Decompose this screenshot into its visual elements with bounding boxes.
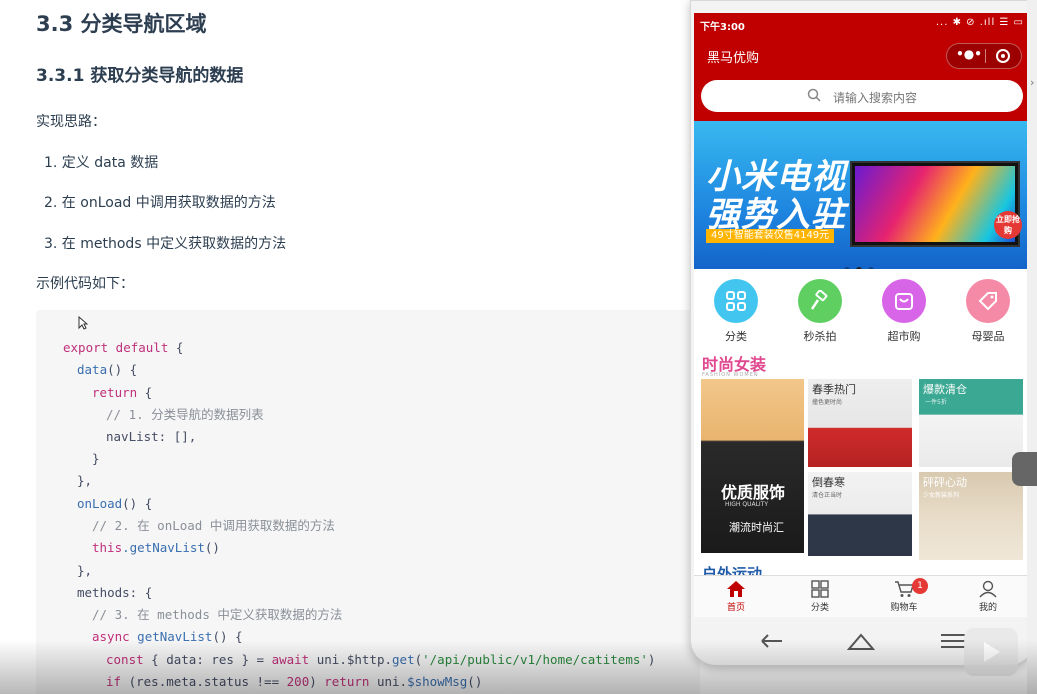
play-icon[interactable] xyxy=(964,628,1018,676)
floor-tile-3[interactable]: 倒春寒 清仓正当时 xyxy=(808,472,912,556)
code-line: data() { xyxy=(77,362,138,377)
search-placeholder: 请输入搜索内容 xyxy=(833,91,918,105)
banner-subtext: 49寸智能套装仅售4149元 xyxy=(706,229,835,243)
sample-label: 示例代码如下： xyxy=(36,276,134,292)
code-line: methods: { xyxy=(77,585,153,600)
search-input[interactable]: 请输入搜索内容 xyxy=(701,80,1023,112)
doc-panel: 3.3 分类导航区域 3.3.1 获取分类导航的数据 实现思路： 1. 定义 d… xyxy=(0,0,700,694)
tab-category[interactable]: 分类 xyxy=(790,580,850,616)
app-screen: 下午3:00 ... ✱ ⊘ .ıll ☰ ▭ 黑马优购 •●• 请输入搜索内容… xyxy=(694,13,1030,617)
idea-label: 实现思路： xyxy=(36,114,106,130)
tile-subcaption: 清仓正当时 xyxy=(812,492,843,499)
nav-item-label: 超市购 xyxy=(887,330,921,343)
code-comment: // 3. 在 methods 中定义获取数据的方法 xyxy=(92,607,343,622)
tag-icon xyxy=(966,279,1010,323)
code-line: if (res.meta.status !== 200) return uni.… xyxy=(106,674,483,689)
nav-bar: 黑马优购 •●• xyxy=(694,35,1030,75)
back-icon[interactable] xyxy=(758,629,788,653)
floor-big-image[interactable]: 优质服饰 HIGH QUALITY 潮流时尚汇 xyxy=(701,379,804,553)
tab-mine[interactable]: 我的 xyxy=(958,580,1018,616)
code-line: onLoad() { xyxy=(77,496,153,511)
status-bar: 下午3:00 ... ✱ ⊘ .ıll ☰ ▭ xyxy=(694,13,1030,35)
mini-program-capsule[interactable]: •●• xyxy=(946,43,1022,69)
step-2: 2. 在 onLoad 中调用获取数据的方法 xyxy=(44,195,276,211)
home-button-icon[interactable] xyxy=(846,629,876,653)
nav-item-label: 秒杀拍 xyxy=(803,330,837,343)
tile-subcaption: 撞色更时尚 xyxy=(812,399,843,406)
nav-item-category[interactable]: 分类 xyxy=(706,279,766,345)
tv-image xyxy=(850,161,1020,247)
tab-label: 我的 xyxy=(978,603,997,613)
code-line: navList: [], xyxy=(106,429,197,444)
floor-big-caption: 优质服饰 xyxy=(721,483,786,502)
code-line: async getNavList() { xyxy=(92,629,243,644)
tile-caption: 春季热门 xyxy=(812,383,856,396)
tile-subcaption: 一件5折 xyxy=(925,399,947,406)
code-line: }, xyxy=(77,563,93,578)
tile-subcaption: 少女新装系列 xyxy=(923,492,960,499)
floor-big-caption-en: HIGH QUALITY xyxy=(725,501,769,508)
grid-icon xyxy=(811,580,829,598)
search-icon xyxy=(807,88,821,102)
user-icon xyxy=(979,580,997,598)
phone-simulator: 下午3:00 ... ✱ ⊘ .ıll ☰ ▭ 黑马优购 •●• 请输入搜索内容… xyxy=(690,0,1035,666)
chevron-right-icon[interactable]: › xyxy=(1030,76,1034,89)
tab-label: 购物车 xyxy=(890,603,918,613)
code-line: export default { xyxy=(63,340,184,355)
tile-caption: 砰砰心动 xyxy=(923,476,967,489)
swiper-banner[interactable]: 小米电视 强势入驻 49寸智能套装仅售4149元 立即抢购 xyxy=(694,121,1030,269)
status-time: 下午3:00 xyxy=(700,22,745,33)
nav-item-flash-sale[interactable]: 秒杀拍 xyxy=(790,279,850,345)
floating-tool-button[interactable] xyxy=(1012,452,1037,486)
floor-big-subcaption: 潮流时尚汇 xyxy=(729,521,784,534)
shop-icon xyxy=(882,279,926,323)
floor-subtitle: FASHION WOMEN xyxy=(702,372,759,378)
subsection-heading: 3.3.1 获取分类导航的数据 xyxy=(36,66,244,86)
tab-label: 首页 xyxy=(726,603,745,613)
tab-home[interactable]: 首页 xyxy=(706,580,766,616)
code-line: return { xyxy=(92,385,153,400)
floor-title-2: 户外运动 xyxy=(702,565,763,575)
category-nav: 分类 秒杀拍 超市购 母婴品 xyxy=(694,275,1030,349)
tile-caption: 倒春寒 xyxy=(812,476,845,489)
floor-tile-1[interactable]: 春季热门 撞色更时尚 xyxy=(808,379,912,467)
code-line: this.getNavList() xyxy=(92,540,220,555)
code-comment: // 2. 在 onLoad 中调用获取数据的方法 xyxy=(92,518,335,533)
nav-item-supermarket[interactable]: 超市购 xyxy=(874,279,934,345)
code-line: } xyxy=(92,451,100,466)
tab-cart[interactable]: 1 购物车 xyxy=(874,578,934,616)
home-icon xyxy=(727,581,745,597)
code-block[interactable]: export default { data() { return { // 1.… xyxy=(36,310,700,694)
close-circle-icon[interactable] xyxy=(996,49,1010,63)
step-1: 1. 定义 data 数据 xyxy=(44,155,159,171)
banner-badge: 立即抢购 xyxy=(994,211,1022,239)
scrollbar-track[interactable] xyxy=(1027,0,1037,694)
more-icon[interactable]: •●• xyxy=(955,47,983,61)
cart-icon xyxy=(895,581,914,597)
nav-title: 黑马优购 xyxy=(707,51,760,66)
grid-icon xyxy=(714,279,758,323)
mouse-cursor-icon xyxy=(78,316,88,330)
step-3: 3. 在 methods 中定义获取数据的方法 xyxy=(44,236,287,252)
nav-item-baby[interactable]: 母婴品 xyxy=(958,279,1018,345)
nav-item-label: 分类 xyxy=(725,330,747,343)
capsule-divider xyxy=(985,49,986,63)
tile-caption: 爆款清仓 xyxy=(923,383,967,396)
code-line: }, xyxy=(77,473,93,488)
status-icons: ... ✱ ⊘ .ıll ☰ ▭ xyxy=(935,17,1024,28)
section-heading: 3.3 分类导航区域 xyxy=(36,12,207,36)
search-area: 请输入搜索内容 xyxy=(694,75,1030,121)
nav-item-label: 母婴品 xyxy=(971,330,1005,343)
hammer-icon xyxy=(798,279,842,323)
floor-tile-2[interactable]: 爆款清仓 一件5折 xyxy=(919,379,1023,467)
code-line: const { data: res } = await uni.$http.ge… xyxy=(106,652,656,667)
code-comment: // 1. 分类导航的数据列表 xyxy=(106,407,264,422)
cart-badge: 1 xyxy=(912,578,928,594)
floor-tile-4[interactable]: 砰砰心动 少女新装系列 xyxy=(919,472,1023,560)
swiper-indicator xyxy=(844,258,884,269)
tab-bar: 首页 分类 1 购物车 我的 xyxy=(694,575,1030,617)
tab-label: 分类 xyxy=(810,603,829,613)
